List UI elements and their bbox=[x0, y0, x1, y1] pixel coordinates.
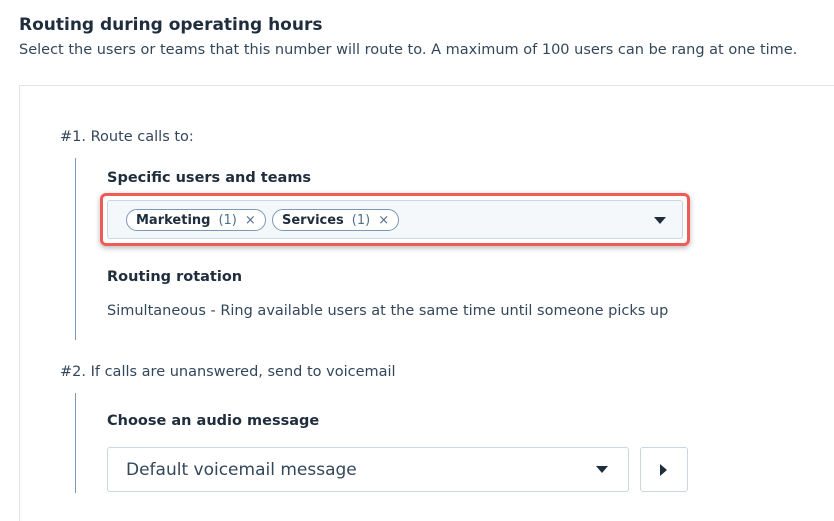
users-teams-multiselect[interactable]: Marketing (1) × Services (1) × bbox=[107, 200, 683, 239]
tag-count: (1) bbox=[218, 212, 237, 228]
routing-rotation-value: Simultaneous - Ring available users at t… bbox=[107, 303, 669, 319]
step2-label: #2. If calls are unanswered, send to voi… bbox=[60, 364, 396, 380]
routing-settings-page: Routing during operating hours Select th… bbox=[0, 0, 834, 521]
audio-message-value: Default voicemail message bbox=[126, 460, 357, 480]
specific-users-label: Specific users and teams bbox=[107, 170, 312, 186]
tag-marketing: Marketing (1) × bbox=[126, 209, 266, 231]
play-icon bbox=[660, 464, 667, 476]
close-icon[interactable]: × bbox=[245, 213, 256, 228]
section-title: Routing during operating hours bbox=[19, 15, 323, 35]
audio-message-label: Choose an audio message bbox=[107, 413, 320, 429]
play-audio-button[interactable] bbox=[640, 447, 688, 492]
routing-rotation-label: Routing rotation bbox=[107, 269, 243, 285]
tag-count: (1) bbox=[351, 212, 371, 228]
step1-label: #1. Route calls to: bbox=[60, 129, 194, 145]
tag-services: Services (1) × bbox=[272, 209, 400, 231]
step1-divider bbox=[75, 158, 76, 340]
tag-name: Services bbox=[282, 212, 344, 228]
section-description: Select the users or teams that this numb… bbox=[19, 42, 798, 58]
close-icon[interactable]: × bbox=[378, 213, 389, 228]
caret-down-icon[interactable] bbox=[654, 217, 666, 224]
step2-divider bbox=[75, 393, 76, 493]
tag-name: Marketing bbox=[136, 212, 211, 228]
caret-down-icon bbox=[596, 466, 608, 473]
audio-message-select[interactable]: Default voicemail message bbox=[107, 447, 629, 492]
